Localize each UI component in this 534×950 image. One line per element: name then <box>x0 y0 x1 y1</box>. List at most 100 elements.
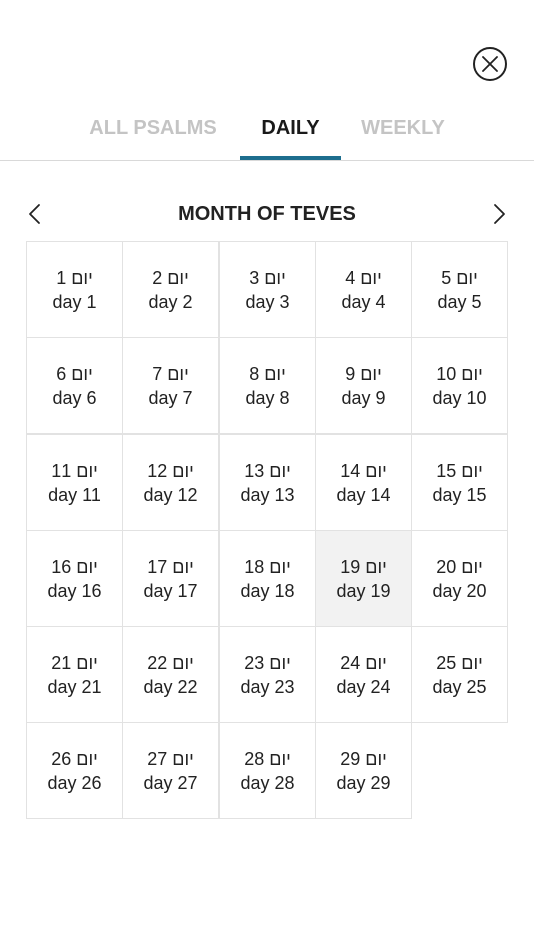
day-hebrew-label: יום 17 <box>147 557 194 577</box>
day-label: day 25 <box>432 677 487 697</box>
day-label: day 21 <box>47 677 102 697</box>
day-label: day 15 <box>432 485 487 505</box>
day-label: day 7 <box>148 388 193 408</box>
day-label: day 3 <box>245 292 290 312</box>
day-label: day 28 <box>240 773 295 793</box>
day-cell-16[interactable]: יום 16 day 16 <box>26 530 123 627</box>
chevron-left-icon <box>29 204 40 224</box>
day-label: day 1 <box>52 292 97 312</box>
day-hebrew-label: יום 27 <box>147 749 194 769</box>
day-label: day 2 <box>148 292 193 312</box>
next-month-button[interactable] <box>486 202 510 226</box>
day-hebrew-label: יום 23 <box>244 653 291 673</box>
day-cell-25[interactable]: יום 25 day 25 <box>411 626 508 723</box>
day-cell-19[interactable]: יום 19 day 19 <box>315 530 412 627</box>
day-cell-27[interactable]: יום 27 day 27 <box>122 722 219 819</box>
day-cell-14[interactable]: יום 14 day 14 <box>315 434 412 531</box>
day-cell-3[interactable]: יום 3 day 3 <box>219 241 316 338</box>
day-hebrew-label: יום 28 <box>244 749 291 769</box>
day-label: day 18 <box>240 581 295 601</box>
day-cell-15[interactable]: יום 15 day 15 <box>411 434 508 531</box>
day-cell-26[interactable]: יום 26 day 26 <box>26 722 123 819</box>
day-hebrew-label: יום 29 <box>340 749 387 769</box>
day-cell-18[interactable]: יום 18 day 18 <box>219 530 316 627</box>
day-label: day 23 <box>240 677 295 697</box>
day-cell-21[interactable]: יום 21 day 21 <box>26 626 123 723</box>
day-cell-5[interactable]: יום 5 day 5 <box>411 241 508 338</box>
day-label: day 9 <box>341 388 386 408</box>
day-hebrew-label: יום 5 <box>441 268 478 288</box>
day-cell-29[interactable]: יום 29 day 29 <box>315 722 412 819</box>
tab-all-psalms[interactable]: ALL PSALMS <box>80 100 226 160</box>
day-label: day 22 <box>143 677 198 697</box>
day-cell-9[interactable]: יום 9 day 9 <box>315 337 412 434</box>
day-cell-10[interactable]: יום 10 day 10 <box>411 337 508 434</box>
day-hebrew-label: יום 8 <box>249 364 286 384</box>
day-hebrew-label: יום 24 <box>340 653 387 673</box>
day-label: day 11 <box>48 485 101 505</box>
day-label: day 8 <box>245 388 290 408</box>
day-cell-7[interactable]: יום 7 day 7 <box>122 337 219 434</box>
day-cell-20[interactable]: יום 20 day 20 <box>411 530 508 627</box>
day-hebrew-label: יום 16 <box>51 557 98 577</box>
day-hebrew-label: יום 11 <box>51 461 98 481</box>
day-label: day 4 <box>341 292 386 312</box>
day-label: day 13 <box>240 485 295 505</box>
day-label: day 5 <box>437 292 482 312</box>
day-cell-2[interactable]: יום 2 day 2 <box>122 241 219 338</box>
tab-weekly[interactable]: WEEKLY <box>352 100 454 160</box>
day-label: day 17 <box>143 581 198 601</box>
day-hebrew-label: יום 14 <box>340 461 387 481</box>
day-label: day 20 <box>432 581 487 601</box>
day-hebrew-label: יום 12 <box>147 461 194 481</box>
day-cell-11[interactable]: יום 11 day 11 <box>26 434 123 531</box>
day-cell-17[interactable]: יום 17 day 17 <box>122 530 219 627</box>
day-hebrew-label: יום 7 <box>152 364 189 384</box>
day-hebrew-label: יום 18 <box>244 557 291 577</box>
day-hebrew-label: יום 9 <box>345 364 382 384</box>
day-hebrew-label: יום 10 <box>436 364 483 384</box>
day-cell-1[interactable]: יום 1 day 1 <box>26 241 123 338</box>
day-hebrew-label: יום 3 <box>249 268 286 288</box>
previous-month-button[interactable] <box>24 202 48 226</box>
day-label: day 16 <box>47 581 102 601</box>
day-label: day 27 <box>143 773 198 793</box>
tab-bar: ALL PSALMS DAILY WEEKLY <box>0 100 534 161</box>
close-button[interactable] <box>473 47 507 81</box>
day-label: day 24 <box>336 677 391 697</box>
day-cell-6[interactable]: יום 6 day 6 <box>26 337 123 434</box>
day-hebrew-label: יום 20 <box>436 557 483 577</box>
day-cell-4[interactable]: יום 4 day 4 <box>315 241 412 338</box>
day-label: day 6 <box>52 388 97 408</box>
day-cell-28[interactable]: יום 28 day 28 <box>219 722 316 819</box>
day-hebrew-label: יום 13 <box>244 461 291 481</box>
close-icon <box>482 56 498 72</box>
day-label: day 14 <box>336 485 391 505</box>
day-label: day 29 <box>336 773 391 793</box>
day-hebrew-label: יום 22 <box>147 653 194 673</box>
day-cell-8[interactable]: יום 8 day 8 <box>219 337 316 434</box>
day-hebrew-label: יום 19 <box>340 557 387 577</box>
day-hebrew-label: יום 1 <box>56 268 93 288</box>
day-hebrew-label: יום 25 <box>436 653 483 673</box>
day-label: day 26 <box>47 773 102 793</box>
day-cell-23[interactable]: יום 23 day 23 <box>219 626 316 723</box>
day-hebrew-label: יום 2 <box>152 268 189 288</box>
day-hebrew-label: יום 6 <box>56 364 93 384</box>
month-header: MONTH OF TEVES <box>0 195 534 233</box>
day-label: day 10 <box>432 388 487 408</box>
day-cell-13[interactable]: יום 13 day 13 <box>219 434 316 531</box>
month-title: MONTH OF TEVES <box>178 203 356 225</box>
day-hebrew-label: יום 15 <box>436 461 483 481</box>
day-label: day 19 <box>336 581 391 601</box>
day-cell-24[interactable]: יום 24 day 24 <box>315 626 412 723</box>
day-label: day 12 <box>143 485 198 505</box>
day-cell-12[interactable]: יום 12 day 12 <box>122 434 219 531</box>
day-hebrew-label: יום 21 <box>51 653 98 673</box>
day-cell-22[interactable]: יום 22 day 22 <box>122 626 219 723</box>
active-tab-indicator <box>240 156 341 160</box>
chevron-right-icon <box>494 204 505 224</box>
tab-daily[interactable]: DAILY <box>240 100 341 160</box>
day-grid: יום 1 day 1 יום 2 day 2 יום 3 day 3 יום 4 day 4… <box>26 241 508 821</box>
day-hebrew-label: יום 4 <box>345 268 382 288</box>
